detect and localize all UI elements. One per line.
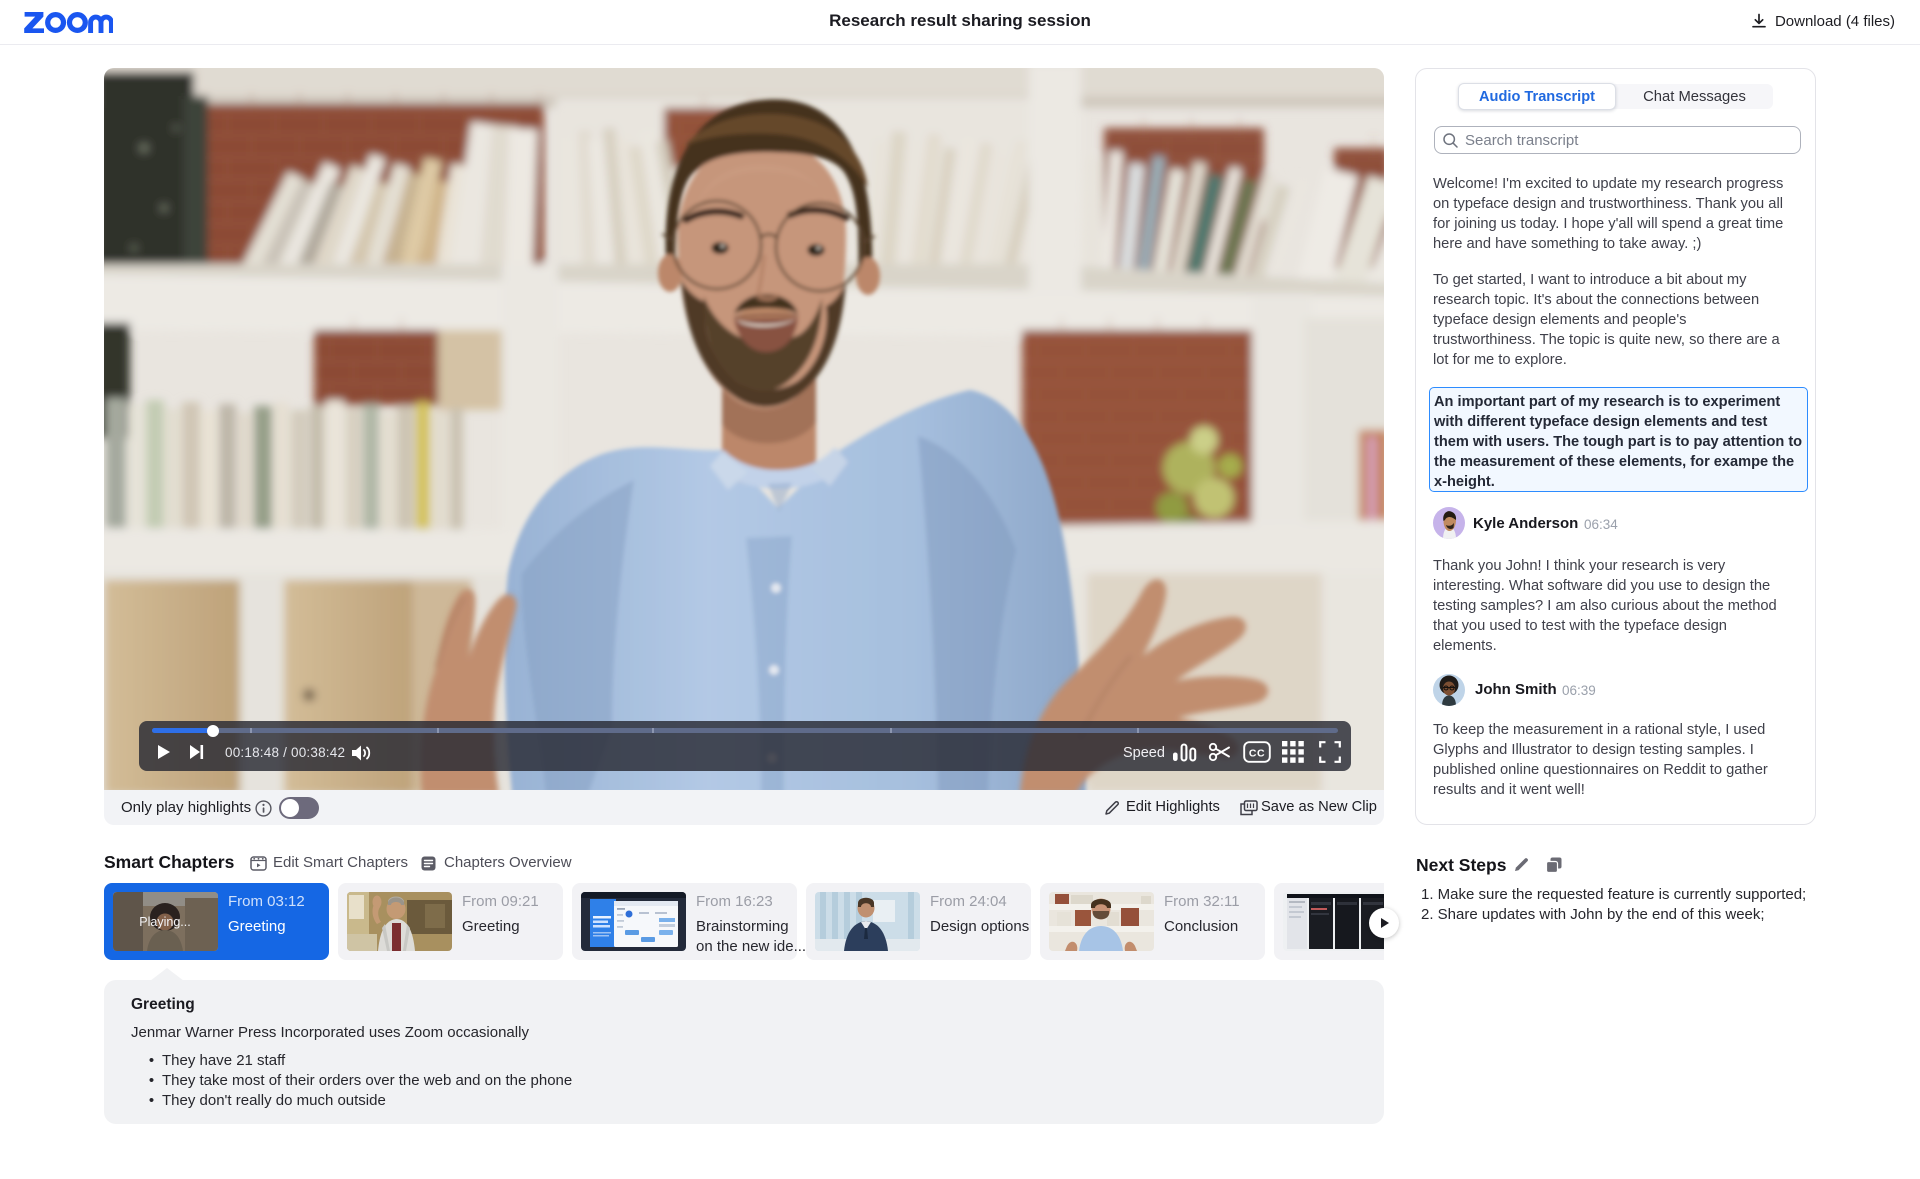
- svg-text:Playing...: Playing...: [139, 915, 190, 929]
- svg-text:CC: CC: [1249, 748, 1265, 760]
